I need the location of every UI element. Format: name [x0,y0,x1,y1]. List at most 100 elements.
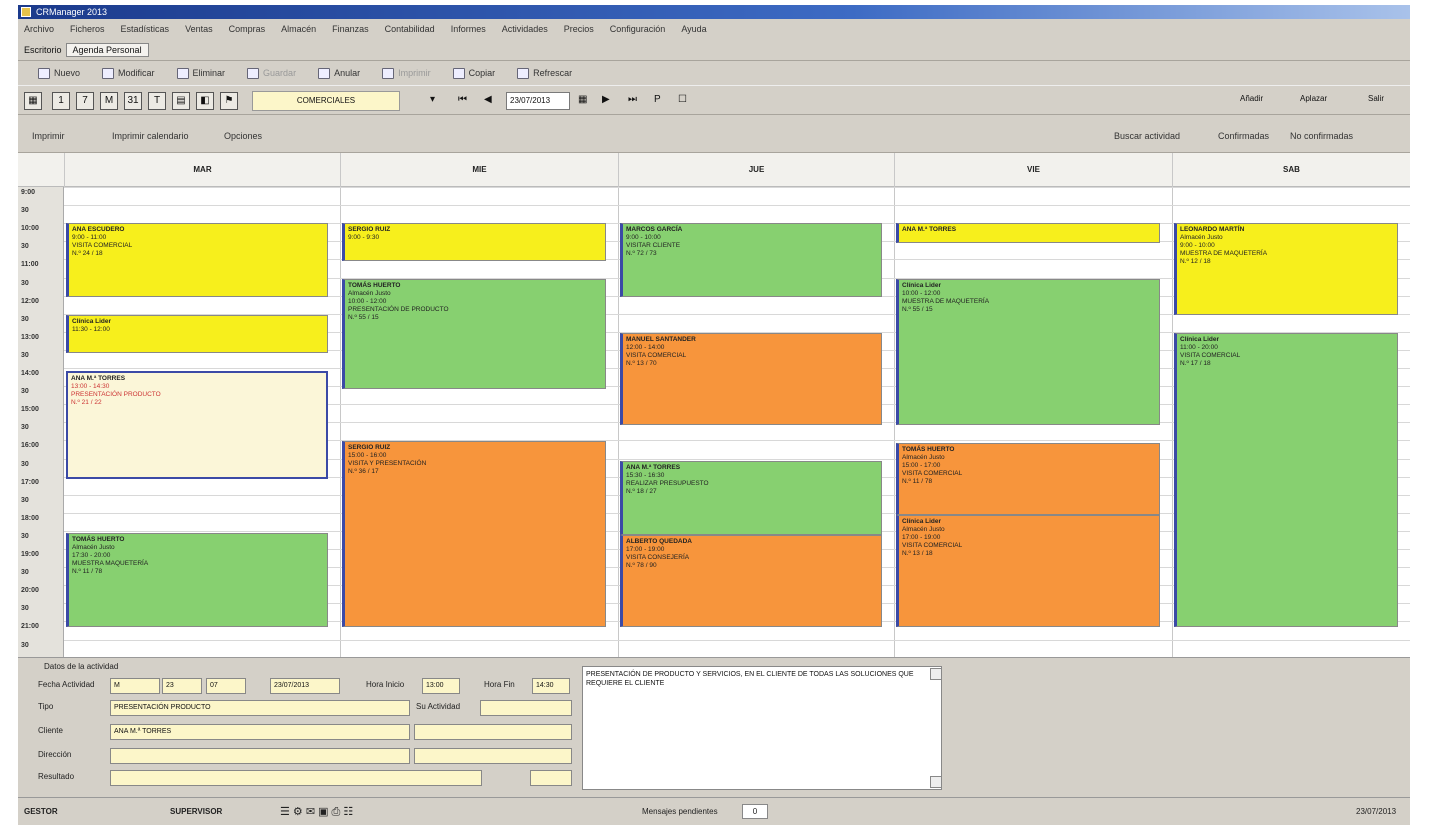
delete-button[interactable]: Eliminar [176,67,225,79]
options-button[interactable]: Opciones [224,131,262,141]
type-field[interactable]: PRESENTACIÓN PRODUCTO [110,700,410,716]
client-extra-field[interactable] [414,724,572,740]
calendar-event[interactable]: MANUEL SANTANDER 12:00 - 14:00 VISITA COM… [620,333,882,425]
view-week-button[interactable]: 7 [76,92,94,110]
calendar-event[interactable]: Clínica Lider Almacén Justo 17:00 - 19:00… [896,515,1160,627]
modify-button[interactable]: Modificar [102,67,155,79]
calendar-event[interactable]: TOMÁS HUERTO Almacén Justo 10:00 - 12:00 … [342,279,606,389]
calendar-event[interactable]: Clínica Lider 10:00 - 12:00 MUESTRA DE MA… [896,279,1160,425]
address-field[interactable] [110,748,410,764]
pending-messages-count[interactable]: 0 [742,804,768,819]
menu-item-7[interactable]: Contabilidad [385,24,435,34]
day-header-0[interactable]: MAR [64,153,340,187]
calendar-event[interactable]: ANA M.ª TORRES 15:30 - 16:30 REALIZAR PRE… [620,461,882,535]
menu-item-0[interactable]: Archivo [24,24,54,34]
new-button[interactable]: Nuevo [38,67,80,79]
start-time-field[interactable]: 13:00 [422,678,460,694]
cancel-button[interactable]: Anular [318,67,360,79]
save-button[interactable]: Guardar [247,67,296,79]
notes-scroll-up[interactable] [930,668,942,680]
client-field[interactable]: ANA M.ª TORRES [110,724,410,740]
resource-icon[interactable]: ⚑ [220,92,238,110]
menu-item-5[interactable]: Almacén [281,24,316,34]
calendar-icon[interactable]: ▦ [24,92,42,110]
menu-item-2[interactable]: Estadísticas [121,24,170,34]
toolbar-views: ▦ 1 7 M 31 T ▤ ◧ ⚑ COMERCIALES ▾ ⏮ ◀ 23/… [18,85,1410,115]
view-day-button[interactable]: 1 [52,92,70,110]
print-calendar-button[interactable]: Imprimir calendario [112,131,189,141]
toolbar-print: Imprimir Imprimir calendario Opciones Bu… [18,115,1410,153]
menu-item-11[interactable]: Configuración [610,24,666,34]
group-combo[interactable]: COMERCIALES [252,91,400,111]
next-icon[interactable]: ▶ [602,94,610,105]
notes-textarea[interactable]: PRESENTACIÓN DE PRODUCTO Y SERVICIOS, EN… [582,666,942,790]
menu-item-9[interactable]: Actividades [502,24,548,34]
result-extra-field[interactable] [530,770,572,786]
add-button[interactable]: Añadir [1240,94,1263,103]
first-icon[interactable]: ⏮ [458,94,467,105]
address-extra-field[interactable] [414,748,572,764]
day-header-2[interactable]: JUE [618,153,894,187]
tab-agenda[interactable]: Agenda Personal [65,42,149,57]
filter-icon[interactable]: ◧ [196,92,214,110]
event-title: ANA M.ª TORRES [71,375,126,382]
view-31-button[interactable]: 31 [124,92,142,110]
calendar-event[interactable]: ALBERTO QUEDADA 17:00 - 19:00 VISITA CONS… [620,535,882,627]
day-header-1[interactable]: MIE [340,153,618,187]
status-icons[interactable]: ☰ ⚙ ✉ ▣ ⎙ ☷ [280,805,353,819]
day-header-4[interactable]: SAB [1172,153,1410,187]
status-field[interactable] [480,700,572,716]
notes-scroll-down[interactable] [930,776,942,788]
print-button[interactable]: Imprimir [382,67,431,79]
month-field[interactable]: 07 [206,678,246,694]
calendar-event[interactable]: TOMÁS HUERTO Almacén Justo 15:00 - 17:00 … [896,443,1160,515]
confirmed-button[interactable]: Confirmadas [1218,131,1269,141]
menu-item-1[interactable]: Ficheros [70,24,105,34]
end-time-field[interactable]: 14:30 [532,678,570,694]
result-field[interactable] [110,770,482,786]
time-label: 30 [21,532,29,540]
calendar-event[interactable]: SERGIO RUIZ 15:00 - 16:00 VISITA Y PRESEN… [342,441,606,627]
calendar-event[interactable]: Clínica Lider 11:00 - 20:00 VISITA COMERC… [1174,333,1398,627]
menu-item-6[interactable]: Finanzas [332,24,369,34]
menu-item-8[interactable]: Informes [451,24,486,34]
date-picker-icon[interactable]: ▦ [578,94,587,105]
view-timeline-button[interactable]: T [148,92,166,110]
status-date: 23/07/2013 [1356,807,1397,816]
calendar-event[interactable]: ANA M.ª TORRES [896,223,1160,243]
event-details: 17:00 - 19:00 VISITA CONSEJERÍA N.º 78 /… [626,546,690,569]
weekday-field[interactable]: M [110,678,160,694]
calendar-event[interactable]: LEONARDO MARTÍN Almacén Justo 9:00 - 10:0… [1174,223,1398,315]
menu-item-10[interactable]: Precios [564,24,594,34]
exit-button[interactable]: Salir [1368,94,1384,103]
calendar-event[interactable]: TOMÁS HUERTO Almacén Justo 17:30 - 20:00 … [66,533,328,627]
search-activity-button[interactable]: Buscar actividad [1114,131,1180,141]
calendar-event[interactable]: ANA M.ª TORRES 13:00 - 14:30 PRESENTACIÓN… [66,371,328,479]
calendar-event[interactable]: Clínica Lider 11:30 - 12:00 [66,315,328,353]
calendar-event[interactable]: ANA ESCUDERO 9:00 - 11:00 VISITA COMERCIA… [66,223,328,297]
calendar-event[interactable]: SERGIO RUIZ 9:00 - 9:30 [342,223,606,261]
print-agenda-button[interactable]: Imprimir [32,131,65,141]
last-icon[interactable]: ⏭ [628,94,637,105]
day-field[interactable]: 23 [162,678,202,694]
menu-item-4[interactable]: Compras [229,24,266,34]
postpone-button[interactable]: Aplazar [1300,94,1327,103]
slot-line [64,187,1410,188]
p-icon[interactable]: P [654,94,661,105]
day-header-3[interactable]: VIE [894,153,1172,187]
unconfirmed-button[interactable]: No confirmadas [1290,131,1353,141]
box-icon[interactable]: ☐ [678,94,687,105]
event-title: MANUEL SANTANDER [626,336,696,343]
grid-icon[interactable]: ▤ [172,92,190,110]
event-title: LEONARDO MARTÍN [1180,226,1245,233]
menu-item-12[interactable]: Ayuda [681,24,706,34]
prev-icon[interactable]: ◀ [484,94,492,105]
menu-item-3[interactable]: Ventas [185,24,213,34]
view-month-button[interactable]: M [100,92,118,110]
copy-button[interactable]: Copiar [452,67,495,79]
date-input[interactable]: 23/07/2013 [506,92,570,110]
dropdown-icon[interactable]: ▾ [430,94,435,105]
calendar-event[interactable]: MARCOS GARCÍA 9:00 - 10:00 VISITAR CLIENT… [620,223,882,297]
refresh-button[interactable]: Refrescar [517,67,572,79]
date-field[interactable]: 23/07/2013 [270,678,340,694]
